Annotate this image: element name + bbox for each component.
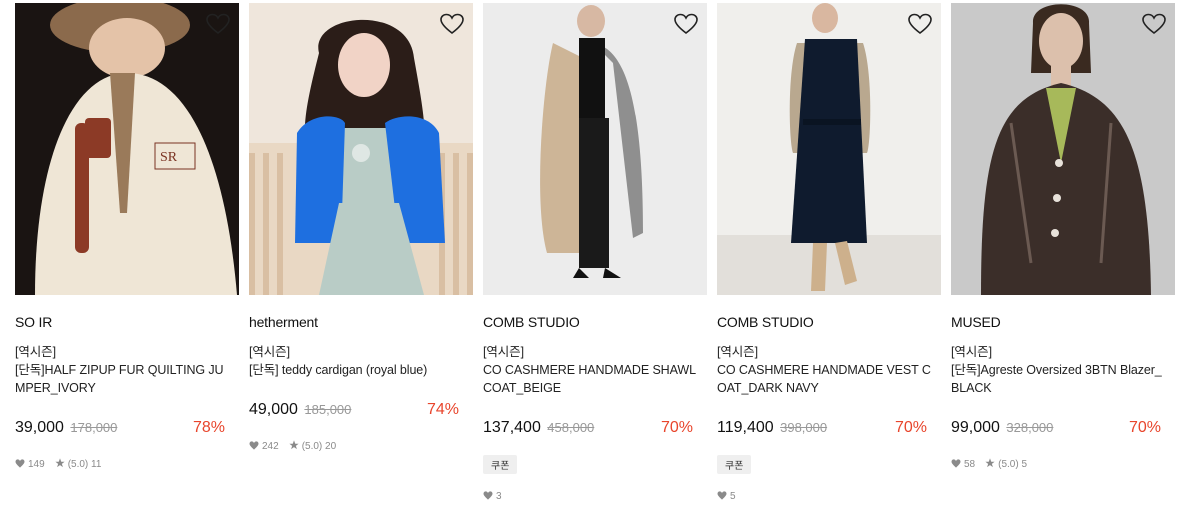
heart-filled-icon xyxy=(249,441,259,453)
original-price: 328,000 xyxy=(1006,420,1054,435)
discount-rate: 78% xyxy=(192,419,225,436)
product-photo xyxy=(951,3,1175,295)
sale-price: 99,000 xyxy=(951,419,1000,436)
heart-filled-icon xyxy=(951,459,961,471)
product-image[interactable] xyxy=(483,3,707,295)
product-stats: 242 (5.0) 20 xyxy=(249,440,336,453)
like-count: 3 xyxy=(496,491,502,502)
product-stats: 149 (5.0) 11 xyxy=(15,458,101,471)
discount-rate: 70% xyxy=(1128,419,1161,436)
price-row: 119,400 398,000 70% xyxy=(717,419,931,441)
heart-outline-icon[interactable] xyxy=(206,13,230,35)
heart-outline-icon[interactable] xyxy=(1142,13,1166,35)
like-count: 242 xyxy=(262,441,279,452)
product-title[interactable]: [역시즌] CO CASHMERE HANDMADE SHAWL COAT_BE… xyxy=(483,343,697,397)
original-price: 185,000 xyxy=(304,402,352,417)
price-row: 49,000 185,000 74% xyxy=(249,401,463,423)
like-count: 58 xyxy=(964,459,976,470)
sale-price: 137,400 xyxy=(483,419,541,436)
heart-outline-icon[interactable] xyxy=(908,13,932,35)
original-price: 458,000 xyxy=(547,420,595,435)
price-row: 99,000 328,000 70% xyxy=(951,419,1165,441)
sale-price: 49,000 xyxy=(249,401,298,418)
discount-rate: 70% xyxy=(894,419,927,436)
like-count: 149 xyxy=(28,459,45,470)
brand-name[interactable]: COMB STUDIO xyxy=(717,314,814,330)
discount-rate: 74% xyxy=(426,401,459,418)
brand-name[interactable]: COMB STUDIO xyxy=(483,314,580,330)
brand-name[interactable]: hetherment xyxy=(249,314,318,330)
product-photo xyxy=(717,3,941,295)
sale-price: 39,000 xyxy=(15,419,64,436)
star-icon xyxy=(289,440,299,453)
product-image[interactable] xyxy=(249,3,473,295)
product-title[interactable]: [역시즌] [단독] teddy cardigan (royal blue) xyxy=(249,343,463,379)
star-icon xyxy=(985,458,995,471)
svg-text:SR: SR xyxy=(160,150,178,165)
product-card[interactable]: COMB STUDIO [역시즌] CO CASHMERE HANDMADE V… xyxy=(717,3,941,523)
coupon-badge: 쿠폰 xyxy=(483,455,518,474)
product-stats: 58 (5.0) 5 xyxy=(951,458,1027,471)
product-title[interactable]: [역시즌] [단독]HALF ZIPUP FUR QUILTING JUMPER… xyxy=(15,343,229,397)
like-count: 5 xyxy=(730,491,736,502)
heart-filled-icon xyxy=(717,491,727,503)
sale-price: 119,400 xyxy=(717,419,774,436)
heart-outline-icon[interactable] xyxy=(674,13,698,35)
coupon-badge: 쿠폰 xyxy=(717,455,752,474)
product-card[interactable]: COMB STUDIO [역시즌] CO CASHMERE HANDMADE S… xyxy=(483,3,707,523)
original-price: 398,000 xyxy=(780,420,828,435)
discount-rate: 70% xyxy=(660,419,693,436)
rating: (5.0) 11 xyxy=(67,459,102,470)
product-card[interactable]: MUSED [역시즌] [단독]Agreste Oversized 3BTN B… xyxy=(951,3,1175,523)
price-row: 39,000 178,000 78% xyxy=(15,419,229,441)
product-image[interactable] xyxy=(717,3,941,295)
product-title[interactable]: [역시즌] [단독]Agreste Oversized 3BTN Blazer_… xyxy=(951,343,1165,397)
rating: (5.0) 20 xyxy=(301,441,337,452)
heart-filled-icon xyxy=(15,459,25,471)
product-photo xyxy=(483,3,707,295)
product-image[interactable] xyxy=(951,3,1175,295)
price-row: 137,400 458,000 70% xyxy=(483,419,697,441)
heart-filled-icon xyxy=(483,491,493,503)
product-photo: SR xyxy=(15,3,239,295)
product-photo xyxy=(249,3,473,295)
product-title[interactable]: [역시즌] CO CASHMERE HANDMADE VEST COAT_DAR… xyxy=(717,343,931,397)
original-price: 178,000 xyxy=(70,420,118,435)
heart-outline-icon[interactable] xyxy=(440,13,464,35)
product-stats: 5 xyxy=(717,491,736,503)
product-card[interactable]: SR SO IR [역시즌] [단독]HALF ZIPUP FUR QUILTI… xyxy=(15,3,239,523)
brand-name[interactable]: SO IR xyxy=(15,314,52,330)
product-image[interactable]: SR xyxy=(15,3,239,295)
rating: (5.0) 5 xyxy=(998,459,1028,470)
product-stats: 3 xyxy=(483,491,502,503)
star-icon xyxy=(55,458,65,471)
brand-name[interactable]: MUSED xyxy=(951,314,1001,330)
product-card[interactable]: hetherment [역시즌] [단독] teddy cardigan (ro… xyxy=(249,3,473,523)
